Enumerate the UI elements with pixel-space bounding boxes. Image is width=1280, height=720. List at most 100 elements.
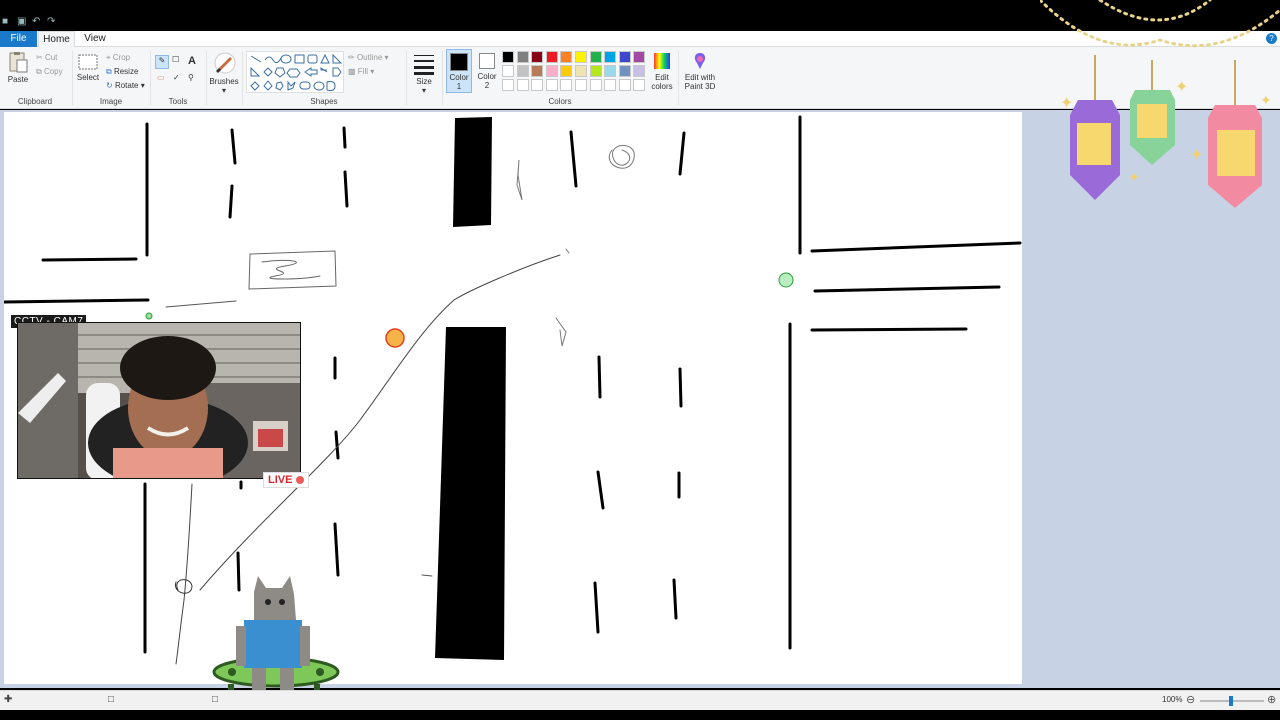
palette-swatch[interactable]: [589, 51, 602, 63]
brushes-button[interactable]: Brushes ▾: [209, 51, 239, 95]
streamer-webcam-image: [18, 323, 300, 478]
lantern-decoration: ✦ ✦ ✦ ✦ ✦: [1040, 0, 1280, 208]
palette-swatch[interactable]: [545, 65, 558, 77]
tab-view[interactable]: View: [78, 31, 112, 47]
paint-app-icon: ■: [2, 16, 9, 27]
palette-swatch[interactable]: [589, 79, 602, 91]
size-label: Size: [416, 77, 432, 86]
crop-icon: ⌖: [106, 53, 111, 62]
zoom-out-icon[interactable]: ⊖: [1186, 693, 1195, 706]
scissors-icon: ✂: [36, 53, 43, 62]
green-dot: [145, 312, 153, 320]
road-line: [810, 327, 968, 332]
tab-home[interactable]: Home: [38, 31, 75, 47]
color1-label-line1: Color: [449, 73, 469, 82]
fill-icon[interactable]: ☐: [172, 55, 179, 64]
crop-button[interactable]: ⌖ Crop: [106, 53, 130, 63]
zoom-slider-thumb[interactable]: [1229, 696, 1233, 706]
lane-dash: [678, 367, 683, 408]
divider: [678, 51, 679, 105]
select-button[interactable]: Select: [76, 53, 100, 82]
edit-colors-label-line1: Edit: [655, 73, 669, 82]
save-icon[interactable]: ▣: [17, 16, 28, 27]
pencil-icon[interactable]: ✎: [155, 55, 169, 69]
palette-swatch[interactable]: [560, 79, 573, 91]
palette-swatch[interactable]: [502, 51, 514, 63]
color2-button[interactable]: Color 2: [475, 49, 499, 93]
palette-swatch[interactable]: [560, 65, 573, 77]
palette-swatch[interactable]: [633, 65, 646, 77]
fill-button: ▩ Fill ▾: [348, 67, 375, 76]
palette-swatch[interactable]: [575, 79, 587, 91]
colors-group-label: Colors: [548, 97, 572, 106]
palette-swatch[interactable]: [633, 51, 646, 63]
rotate-button[interactable]: ↻ Rotate ▾: [106, 81, 145, 90]
palette-swatch[interactable]: [604, 79, 617, 91]
palette-swatch[interactable]: [516, 65, 529, 77]
svg-text:✦: ✦: [1128, 170, 1140, 186]
svg-text:✦: ✦: [1060, 93, 1073, 112]
shapes-gallery[interactable]: [246, 51, 344, 93]
zoom-in-icon[interactable]: ⊕: [1267, 693, 1276, 706]
image-group-label: Image: [99, 97, 123, 106]
edit-colors-button[interactable]: Edit colors: [648, 51, 676, 91]
palette-swatch[interactable]: [502, 79, 514, 91]
color1-button[interactable]: Color 1: [446, 49, 472, 93]
lane-dash: [678, 131, 686, 176]
color2-label-line2: 2: [484, 81, 490, 90]
paste-button[interactable]: Paste: [6, 51, 30, 84]
palette-swatch[interactable]: [589, 65, 602, 77]
outline-icon: ✏: [348, 53, 355, 62]
eraser-icon[interactable]: ▭: [157, 73, 165, 82]
redo-icon[interactable]: ↷: [47, 16, 58, 27]
paste-label: Paste: [7, 75, 29, 84]
copy-button[interactable]: ⧉ Copy: [36, 67, 63, 77]
paint-window: ■ ▣ ↶ ↷ File Home View ? Paste ✂ Cut ⧉ C…: [0, 0, 1280, 720]
path-line: [175, 483, 193, 665]
palette-swatch[interactable]: [575, 65, 587, 77]
rotate-icon: ↻: [106, 81, 113, 90]
text-tool-icon[interactable]: A: [188, 55, 196, 67]
palette-swatch[interactable]: [618, 65, 631, 77]
tab-file[interactable]: File: [0, 31, 37, 47]
color2-swatch: [479, 53, 495, 69]
road-line: [3, 298, 150, 304]
palette-swatch[interactable]: [575, 51, 587, 63]
palette-swatch[interactable]: [618, 51, 631, 63]
lane-dash: [672, 578, 678, 620]
palette-swatch[interactable]: [531, 65, 544, 77]
tools-group-label: Tools: [168, 97, 188, 106]
palette-swatch[interactable]: [604, 65, 617, 77]
figure-scribble: [555, 317, 567, 347]
palette-swatch[interactable]: [633, 79, 646, 91]
palette-swatch[interactable]: [516, 79, 529, 91]
palette-swatch[interactable]: [618, 79, 631, 91]
crop-label: Crop: [112, 53, 131, 62]
live-badge: LIVE: [263, 472, 310, 488]
palette-swatch[interactable]: [516, 51, 529, 63]
outline-button: ✏ Outline ▾: [348, 53, 389, 62]
edit-with-paint3d-button[interactable]: Edit with Paint 3D: [681, 51, 719, 91]
cut-label: Cut: [44, 53, 58, 62]
copy-icon: ⧉: [36, 67, 42, 76]
palette-swatch[interactable]: [531, 51, 544, 63]
taskbar-strip: [0, 710, 1280, 720]
palette-swatch[interactable]: [502, 65, 514, 77]
tools-grid: ✎ ☐ A ▭ ✓ ⚲: [155, 55, 203, 91]
fill-label: Fill: [357, 67, 369, 76]
palette-swatch[interactable]: [545, 51, 558, 63]
palette-swatch[interactable]: [545, 79, 558, 91]
resize-icon: ⧉: [106, 67, 112, 76]
palette-swatch[interactable]: [531, 79, 544, 91]
svg-text:✦: ✦: [1190, 145, 1203, 164]
palette-swatch[interactable]: [560, 51, 573, 63]
undo-icon[interactable]: ↶: [32, 16, 43, 27]
magnifier-icon[interactable]: ⚲: [188, 73, 194, 82]
color-picker-icon[interactable]: ✓: [173, 73, 180, 82]
lane-dash: [230, 128, 237, 165]
divider: [72, 51, 73, 105]
palette-swatch[interactable]: [604, 51, 617, 63]
size-button[interactable]: Size ▾: [410, 51, 438, 95]
cut-button[interactable]: ✂ Cut: [36, 53, 57, 62]
resize-button[interactable]: ⧉ Resize: [106, 67, 138, 77]
